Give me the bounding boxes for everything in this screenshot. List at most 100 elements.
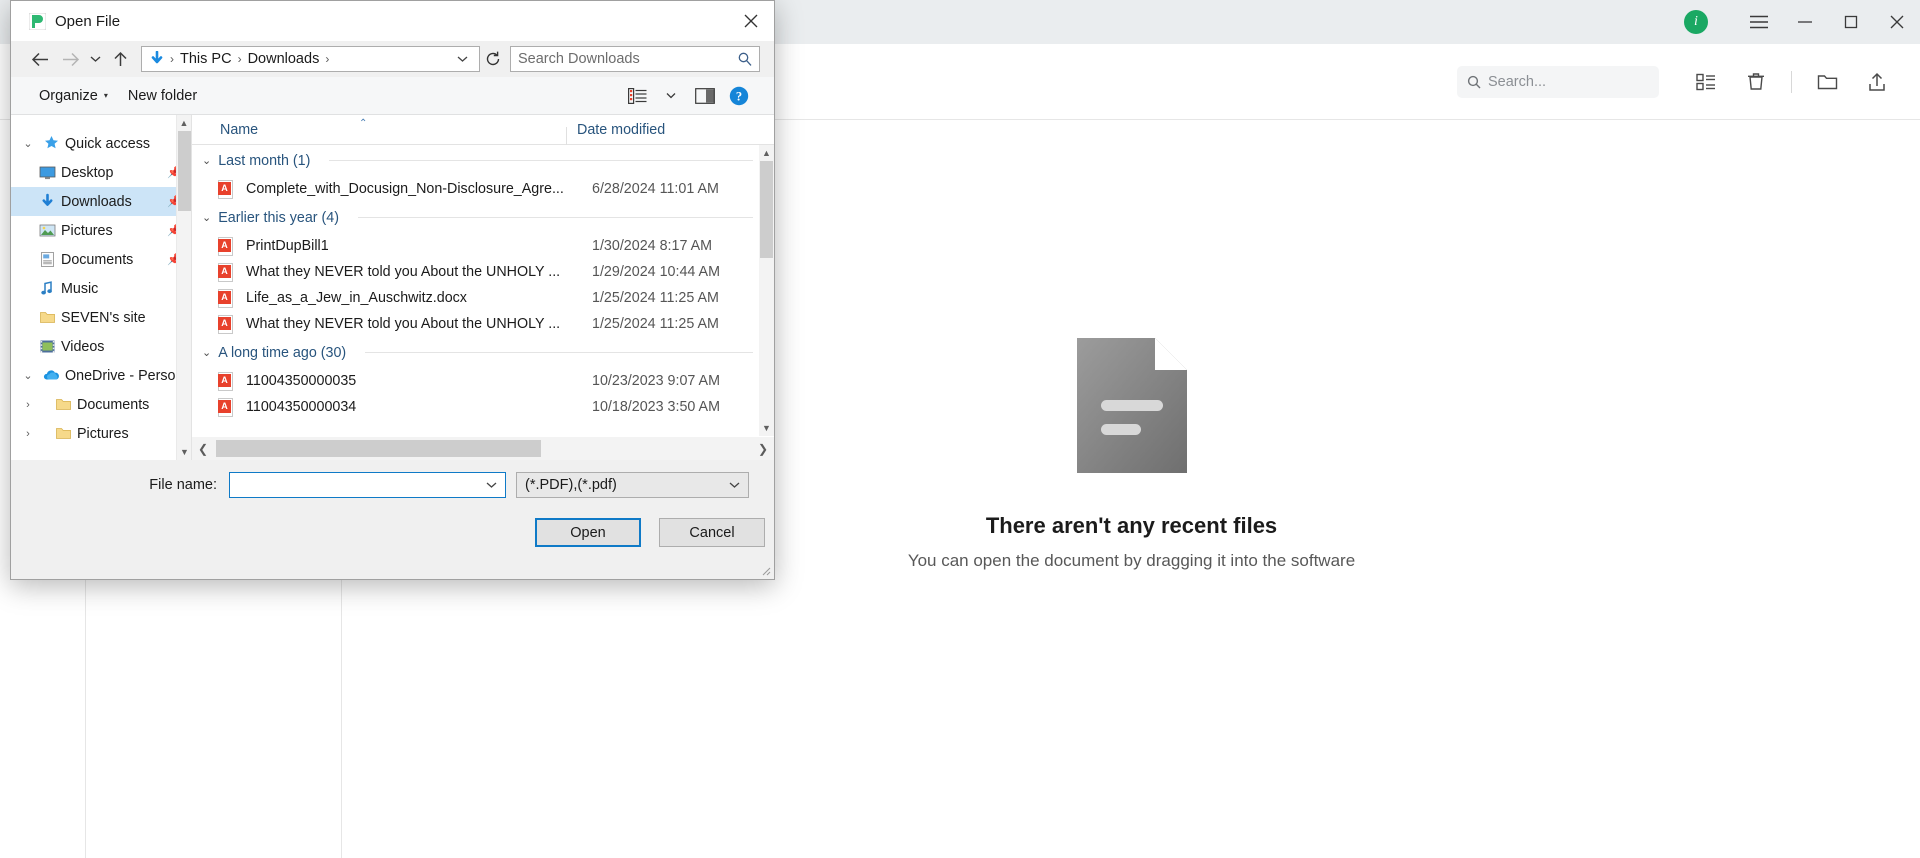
- sidebar-item-label: Documents: [61, 251, 134, 268]
- file-row[interactable]: A PrintDupBill1 1/30/2024 8:17 AM: [192, 233, 759, 259]
- new-folder-button[interactable]: New folder: [118, 88, 207, 104]
- help-icon[interactable]: ?: [722, 83, 756, 109]
- close-icon[interactable]: [1874, 0, 1920, 44]
- cancel-button[interactable]: Cancel: [659, 518, 765, 547]
- organize-label: Organize: [39, 87, 98, 104]
- file-date-modified: 1/25/2024 11:25 AM: [592, 316, 719, 332]
- preview-pane-icon[interactable]: [688, 83, 722, 109]
- dialog-search-input[interactable]: Search Downloads: [510, 46, 760, 72]
- up-arrow-icon[interactable]: [105, 45, 135, 73]
- list-scroll-up-icon[interactable]: ▲: [759, 145, 774, 161]
- group-chevron-down-icon[interactable]: ⌄: [202, 154, 211, 167]
- file-row[interactable]: A 11004350000034 10/18/2023 3:50 AM: [192, 394, 759, 420]
- breadcrumb-chevron-down-icon[interactable]: [450, 51, 475, 67]
- back-arrow-icon[interactable]: [25, 45, 55, 73]
- file-group-header[interactable]: ⌄ Earlier this year (4): [192, 202, 759, 233]
- chevron-right-icon[interactable]: ›: [19, 399, 37, 411]
- file-list-vertical-scrollbar[interactable]: ▲ ▼: [759, 145, 774, 436]
- file-group-header[interactable]: ⌄ Last month (1): [192, 145, 759, 176]
- file-row[interactable]: A What they NEVER told you About the UNHO…: [192, 259, 759, 285]
- file-row[interactable]: A What they NEVER told you About the UNHO…: [192, 311, 759, 337]
- file-type-filter-select[interactable]: (*.PDF),(*.pdf): [516, 472, 749, 498]
- folder-icon: [55, 428, 71, 439]
- breadcrumb-bar[interactable]: › This PC › Downloads ›: [141, 46, 480, 72]
- item-icon-wrap: [37, 280, 57, 297]
- minimize-icon[interactable]: [1782, 0, 1828, 44]
- downloads-arrow-icon: [151, 51, 163, 64]
- pdf-file-icon: A: [218, 288, 233, 308]
- hscroll-left-icon[interactable]: ❮: [192, 437, 214, 460]
- refresh-icon[interactable]: [480, 46, 506, 72]
- hscroll-right-icon[interactable]: ❯: [752, 437, 774, 460]
- navpane-scroll-thumb[interactable]: [178, 131, 191, 211]
- file-row[interactable]: A Life_as_a_Jew_in_Auschwitz.docx 1/25/202…: [192, 285, 759, 311]
- desktop-icon: [39, 166, 55, 180]
- group-chevron-down-icon[interactable]: ⌄: [202, 211, 211, 224]
- list-scroll-down-icon[interactable]: ▼: [759, 420, 774, 436]
- breadcrumb-item-downloads[interactable]: Downloads: [244, 51, 324, 67]
- sidebar-item-seven-s-site[interactable]: SEVEN's site: [11, 303, 191, 332]
- file-date-modified: 1/29/2024 10:44 AM: [592, 264, 720, 280]
- sidebar-item-documents[interactable]: Documents 📌: [11, 245, 191, 274]
- sidebar-item-desktop[interactable]: Desktop 📌: [11, 158, 191, 187]
- file-row[interactable]: A 11004350000035 10/23/2023 9:07 AM: [192, 368, 759, 394]
- sidebar-item-pictures[interactable]: › Pictures: [11, 419, 191, 448]
- list-scroll-thumb[interactable]: [760, 161, 773, 258]
- file-row[interactable]: A Complete_with_Docusign_Non-Disclosure_A…: [192, 176, 759, 202]
- item-icon-wrap: [37, 309, 57, 326]
- file-icon-wrap: A: [218, 179, 240, 199]
- sidebar-item-documents[interactable]: › Documents: [11, 390, 191, 419]
- sidebar-group-quick-access[interactable]: ⌄ Quick access: [11, 129, 191, 158]
- folder-icon: [39, 312, 55, 323]
- pdf-file-icon: A: [218, 371, 233, 391]
- grid-view-icon[interactable]: [1689, 65, 1723, 99]
- dialog-body: ⌄ Quick access Desktop 📌 Downloads 📌 Pictures 📌…: [11, 115, 774, 460]
- view-chevron-down-icon[interactable]: [654, 83, 688, 109]
- hscroll-thumb[interactable]: [216, 440, 541, 457]
- breadcrumb-sep-2: ›: [325, 52, 330, 66]
- new-folder-icon[interactable]: [1810, 65, 1844, 99]
- organize-button[interactable]: Organize ▾: [29, 88, 118, 104]
- sidebar-item-music[interactable]: Music: [11, 274, 191, 303]
- sidebar-item-label: Pictures: [77, 425, 129, 442]
- navpane-scroll-down-icon[interactable]: ▼: [177, 444, 191, 460]
- file-date-modified: 1/30/2024 8:17 AM: [592, 238, 713, 254]
- info-badge[interactable]: i: [1684, 10, 1708, 34]
- breadcrumb-item-this-pc[interactable]: This PC: [176, 51, 236, 67]
- download-arrow-icon: [42, 193, 52, 206]
- file-name-input[interactable]: [229, 472, 506, 498]
- share-upload-icon[interactable]: [1860, 65, 1894, 99]
- sidebar-item-videos[interactable]: Videos: [11, 332, 191, 361]
- dialog-close-icon[interactable]: [728, 1, 774, 41]
- recent-locations-chevron-down-icon[interactable]: [85, 45, 105, 73]
- file-group-header[interactable]: ⌄ A long time ago (30): [192, 337, 759, 368]
- maximize-icon[interactable]: [1828, 0, 1874, 44]
- file-date-modified: 6/28/2024 11:01 AM: [592, 181, 719, 197]
- column-header-date[interactable]: Date modified: [567, 122, 665, 138]
- search-input[interactable]: Search...: [1457, 65, 1659, 98]
- file-name: PrintDupBill1: [246, 238, 329, 254]
- forward-arrow-icon[interactable]: [55, 45, 85, 73]
- chevron-down-icon[interactable]: ⌄: [19, 369, 37, 382]
- trash-icon[interactable]: [1739, 65, 1773, 99]
- open-button[interactable]: Open: [535, 518, 641, 547]
- resize-grip-icon[interactable]: [759, 564, 771, 576]
- file-list-horizontal-scrollbar[interactable]: ❮ ❯: [192, 437, 774, 460]
- document-placeholder-icon: [1076, 337, 1187, 473]
- sidebar-item-downloads[interactable]: Downloads 📌: [11, 187, 191, 216]
- file-date-modified: 10/18/2023 3:50 AM: [592, 399, 720, 415]
- hamburger-icon[interactable]: [1736, 0, 1782, 44]
- column-header-name[interactable]: Name ⌃: [192, 118, 567, 145]
- chevron-right-icon[interactable]: ›: [19, 428, 37, 440]
- folder-icon: [55, 399, 71, 410]
- view-list-icon[interactable]: [620, 83, 654, 109]
- sidebar-item-pictures[interactable]: Pictures 📌: [11, 216, 191, 245]
- file-icon-wrap: A: [218, 236, 240, 256]
- sidebar-group-onedrive-person[interactable]: ⌄ OneDrive - Person: [11, 361, 191, 390]
- navigation-pane: ⌄ Quick access Desktop 📌 Downloads 📌 Pictures 📌…: [11, 115, 191, 460]
- navpane-scroll-up-icon[interactable]: ▲: [177, 115, 191, 131]
- navpane-scrollbar[interactable]: ▲ ▼: [176, 115, 191, 460]
- sidebar-item-label: Videos: [61, 338, 105, 355]
- group-chevron-down-icon[interactable]: ⌄: [202, 346, 211, 359]
- chevron-down-icon[interactable]: ⌄: [19, 137, 37, 150]
